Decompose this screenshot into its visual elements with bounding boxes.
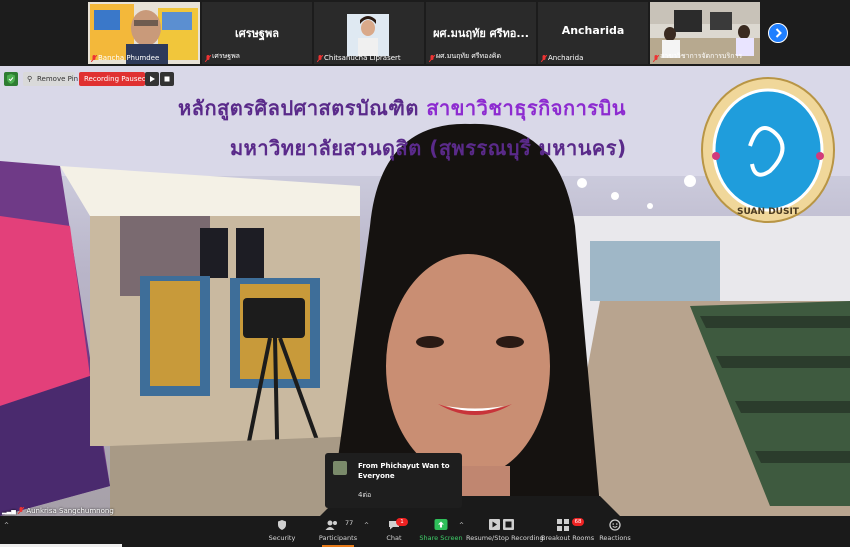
breakout-rooms-label: Breakout Rooms (541, 534, 595, 542)
participant-tile[interactable]: เศรษฐพล เศรษฐพล (202, 2, 312, 64)
recording-status-badge: Recording Paused (79, 72, 147, 86)
participant-strip: Bancha Phumdee เศรษฐพล เศรษฐพล Chitsanuc… (0, 0, 850, 66)
participant-name: Ancharida (548, 54, 584, 62)
recording-control-label: Resume/Stop Recording (466, 534, 544, 542)
play-icon (150, 76, 155, 82)
recording-control-button[interactable]: Resume/Stop Recording (466, 516, 544, 547)
reactions-label: Reactions (599, 534, 631, 542)
participants-button[interactable]: 77 Participants (314, 516, 362, 547)
participant-tile[interactable]: Ancharida Ancharida (538, 2, 648, 64)
signal-icon: ▂▃▅ (2, 508, 16, 515)
participants-count: 77 (345, 519, 354, 527)
chat-button[interactable]: 1 Chat (378, 516, 410, 547)
university-logo: SUAN DUSIT (701, 77, 835, 223)
recording-status-label: Recording Paused (84, 75, 147, 83)
mic-muted-icon (17, 506, 25, 515)
participant-name: สาขาวิชาการจัดการบริการ (660, 52, 743, 60)
meeting-toolbar: ^ Security 77 Participants ^ 1 Chat Shar… (0, 516, 850, 547)
mic-muted-icon (205, 55, 211, 62)
remove-pin-label: Remove Pin (37, 75, 79, 83)
breakout-rooms-button[interactable]: 68 Breakout Rooms (541, 516, 595, 547)
chevron-up-icon[interactable]: ^ (4, 522, 9, 529)
slide-title: หลักสูตรศิลปศาสตรบัณฑิต สาขาวิชาธุรกิจกา… (178, 92, 626, 124)
slide-subtitle: มหาวิทยาลัยสวนดุสิต (สุพรรณบุรี มหานคร) (230, 136, 627, 160)
participant-name: ผศ.มนฤทัย ศรีทองคิด (436, 52, 502, 60)
emoji-icon (609, 519, 621, 531)
security-label: Security (268, 534, 296, 542)
security-shield-button[interactable] (4, 72, 18, 86)
mic-muted-icon (653, 55, 659, 62)
pin-icon: ⚲ (27, 75, 33, 83)
mic-muted-icon (541, 55, 547, 62)
stop-icon (164, 76, 170, 82)
participant-tile[interactable]: สาขาวิชาการจัดการบริการ (650, 2, 760, 64)
breakout-badge: 68 (572, 518, 584, 526)
next-page-button[interactable] (768, 23, 788, 43)
participant-name: เศรษฐพล (212, 52, 240, 60)
slide-title-part2: สาขาวิชาธุรกิจการบิน (426, 96, 626, 120)
chat-sender: From Phichayut Wan to Everyone (358, 462, 450, 480)
mic-muted-icon (317, 55, 323, 62)
share-screen-button[interactable]: Share Screen (418, 516, 464, 547)
stop-recording-button[interactable] (160, 72, 174, 86)
share-screen-label: Share Screen (419, 534, 463, 542)
participant-label: Ancharida (561, 24, 625, 37)
mic-muted-icon (429, 55, 435, 62)
security-button[interactable]: Security (262, 516, 302, 547)
mic-muted-icon (91, 55, 97, 62)
svg-text:SUAN DUSIT: SUAN DUSIT (737, 207, 800, 217)
chat-badge: 1 (396, 518, 408, 526)
participant-label: เศรษฐพล (235, 27, 279, 40)
shield-check-icon (7, 74, 15, 84)
participant-tile[interactable]: Chitsanucha Liprasert (314, 2, 424, 64)
breakout-rooms-icon (557, 519, 569, 531)
participant-tile[interactable]: ผศ.มนฤทัย ศรีทอ... ผศ.มนฤทัย ศรีทองคิด (426, 2, 536, 64)
reactions-button[interactable]: Reactions (597, 516, 633, 547)
record-controls-icon (489, 519, 514, 530)
chat-message: 4ต่อ (358, 491, 372, 499)
resume-recording-button[interactable] (145, 72, 159, 86)
remove-pin-button[interactable]: ⚲ Remove Pin (23, 72, 79, 86)
slide-title-part1: หลักสูตรศิลปศาสตรบัณฑิต (178, 96, 427, 120)
chevron-up-icon[interactable]: ^ (364, 522, 369, 529)
chat-notification[interactable]: From Phichayut Wan to Everyone 4ต่อ (325, 453, 462, 508)
participant-name: Bancha Phumdee (98, 54, 160, 62)
speaker-video: หลักสูตรศิลปศาสตรบัณฑิต สาขาวิชาธุรกิจกา… (0, 66, 850, 516)
speaker-name: Aunkrisa Sangchumnong (26, 507, 114, 515)
participant-name: Chitsanucha Liprasert (324, 54, 401, 62)
avatar (333, 461, 347, 475)
chevron-up-icon[interactable]: ^ (459, 522, 464, 529)
participants-icon (325, 520, 337, 530)
chat-label: Chat (386, 534, 402, 542)
participant-tile[interactable]: Bancha Phumdee (88, 2, 200, 64)
participant-label: ผศ.มนฤทัย ศรีทอ... (433, 27, 529, 40)
shield-icon (278, 520, 286, 530)
participants-label: Participants (318, 534, 358, 542)
speaker-name-tag: ▂▃▅ Aunkrisa Sangchumnong (2, 506, 114, 515)
chevron-right-icon (775, 28, 782, 38)
share-screen-icon (434, 519, 448, 530)
